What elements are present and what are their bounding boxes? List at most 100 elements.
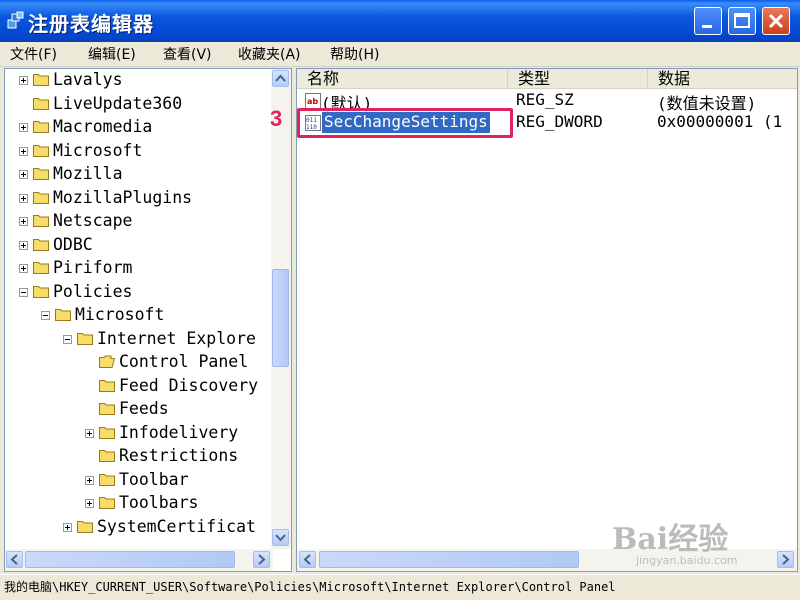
folder-icon [99,403,115,415]
folder-icon [33,238,49,251]
expand-icon[interactable] [85,475,94,485]
folder-icon [77,520,93,533]
values-list-pane[interactable]: 名称 类型 数据 ab (默认) REG_SZ (数值未设置) 011 110 … [296,68,798,572]
tree-item-toolbar[interactable]: Toolbar [5,469,271,492]
expand-icon[interactable] [19,76,28,85]
scroll-up-button[interactable] [272,70,289,87]
tree-item-label: Netscape [53,211,133,230]
list-hscroll-thumb[interactable] [319,551,579,568]
scroll-right-button[interactable] [777,551,794,568]
tree-item-label: Policies [53,281,133,301]
tree-item-label: Feeds [119,399,169,418]
tree-item-control-panel[interactable]: Control Panel [5,351,271,374]
minimize-button[interactable] [694,7,722,35]
registry-editor-window: 注册表编辑器 文件(F) 编辑(E) 查看(V) 收藏夹(A) 帮助(H) La… [0,0,800,600]
expand-icon[interactable] [19,123,28,132]
expand-icon[interactable] [19,217,28,226]
right-arrow-icon [782,554,790,565]
tree-item-label: Restrictions [119,446,239,465]
tree-item-odbc[interactable]: ODBC [5,234,271,257]
menu-view[interactable]: 查看(V) [163,44,212,64]
tree-item-infodelivery[interactable]: Infodelivery [5,422,271,445]
collapse-icon[interactable] [63,334,72,344]
folder-icon [99,497,115,509]
tree-item-label: Internet Explore [97,328,256,348]
tree-item-mozilla[interactable]: Mozilla [5,163,271,186]
expand-icon[interactable] [19,146,28,156]
value-type: REG_SZ [516,90,574,109]
left-arrow-icon [303,554,311,565]
tree-item-label: Mozilla [53,164,123,183]
tree-item-label: SystemCertificat [97,516,256,536]
tree-item-netscape[interactable]: Netscape [5,210,271,233]
tree-item-toolbars[interactable]: Toolbars [5,492,271,515]
key-tree-pane[interactable]: Lavalys LiveUpdate360 Macromedia Microsoft M… [4,68,292,572]
scroll-left-button[interactable] [6,551,23,568]
folder-icon [33,191,49,204]
collapse-icon[interactable] [41,311,50,320]
column-header-type[interactable]: 类型 [507,69,647,89]
tree-item-lavalys[interactable]: Lavalys [5,69,271,92]
expand-icon[interactable] [19,240,28,250]
tree-item-internet-explore[interactable]: Internet Explore [5,328,271,351]
column-header-data[interactable]: 数据 [647,69,797,89]
tree-item-policies[interactable]: Policies [5,281,271,304]
tree-item-systemcertificat[interactable]: SystemCertificat [5,516,271,539]
folder-icon [33,144,49,157]
menu-favorites[interactable]: 收藏夹(A) [238,44,301,64]
window-title: 注册表编辑器 [28,12,154,36]
title-bar[interactable]: 注册表编辑器 [0,0,800,42]
svg-text:ab: ab [307,97,318,106]
minimize-icon [702,25,712,28]
scroll-down-button[interactable] [272,529,289,546]
tree-item-label: Infodelivery [119,422,239,442]
tree-scroll-thumb[interactable] [272,269,289,367]
scroll-left-button[interactable] [299,551,316,568]
folder-icon [99,473,115,486]
maximize-button[interactable] [728,7,756,35]
column-header-name[interactable]: 名称 [297,69,507,89]
folder-icon [55,309,71,321]
menu-help[interactable]: 帮助(H) [330,44,379,64]
expand-icon[interactable] [19,264,28,273]
tree-item-label: Microsoft [75,305,165,324]
folder-icon [77,332,93,345]
folder-icon [99,450,115,462]
tree-item-liveupdate360[interactable]: LiveUpdate360 [5,93,271,116]
tree-item-label: Lavalys [53,70,123,89]
scroll-right-button[interactable] [253,551,270,568]
expand-icon[interactable] [63,522,72,532]
menu-edit[interactable]: 编辑(E) [88,44,136,64]
tree-item-feeds[interactable]: Feeds [5,398,271,421]
up-arrow-icon [275,74,286,82]
close-icon [768,13,784,29]
tree-item-macromedia[interactable]: Macromedia [5,116,271,139]
left-arrow-icon [10,554,18,565]
tree-vertical-scrollbar[interactable] [271,69,291,549]
expand-icon[interactable] [19,193,28,203]
collapse-icon[interactable] [19,287,28,297]
tree-item-mozillaplugins[interactable]: MozillaPlugins [5,187,271,210]
value-type: REG_DWORD [516,112,603,131]
tree-item-piriform[interactable]: Piriform [5,257,271,280]
expand-icon[interactable] [19,170,28,179]
down-arrow-icon [275,534,286,542]
close-button[interactable] [762,7,790,35]
tree-item-label: Microsoft [53,140,143,160]
menu-bar: 文件(F) 编辑(E) 查看(V) 收藏夹(A) 帮助(H) [0,42,800,67]
tree-item-label: Toolbar [119,469,189,489]
open-folder-icon [99,355,115,368]
tree-hscroll-thumb[interactable] [25,551,235,568]
tree-item-label: MozillaPlugins [53,187,193,207]
expand-icon[interactable] [85,428,94,438]
menu-file[interactable]: 文件(F) [10,44,57,64]
tree-horizontal-scrollbar[interactable] [5,549,273,571]
expand-icon[interactable] [85,499,94,508]
tree-item-label: LiveUpdate360 [53,93,183,113]
tree-item-feed-discovery[interactable]: Feed Discovery [5,375,271,398]
tree-item-restrictions[interactable]: Restrictions [5,445,271,468]
tree-item-microsoft[interactable]: Microsoft [5,140,271,163]
folder-icon [33,215,49,227]
folder-icon [33,97,49,110]
tree-item-microsoft[interactable]: Microsoft [5,304,271,327]
